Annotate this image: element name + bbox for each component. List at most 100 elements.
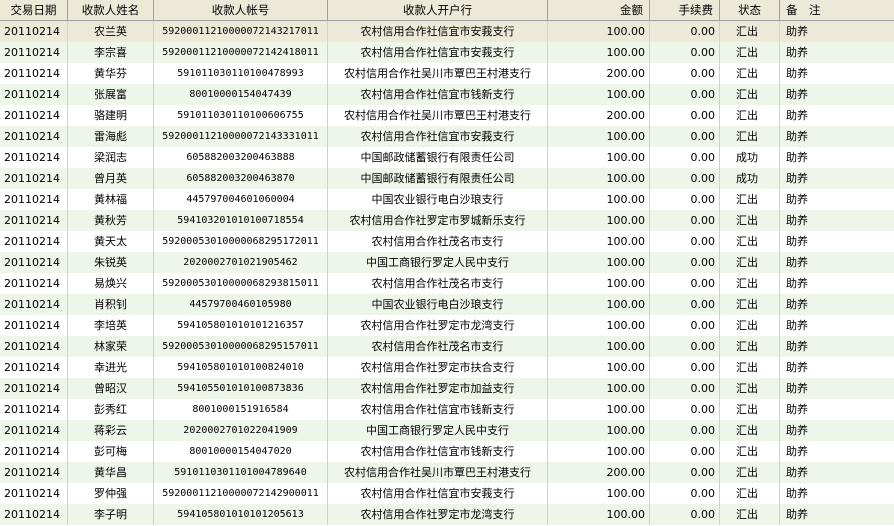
table-row[interactable]: 20110214 肖积钊 44579700460105980 中国农业银行电白沙琅支行… <box>0 294 894 315</box>
table-row[interactable]: 20110214 朱锐英 2020002701021905462 中国工商银行罗定人民… <box>0 252 894 273</box>
cell-status: 汇出 <box>720 462 780 483</box>
table-row[interactable]: 20110214 林家荣 59200053010000068295157011 农村信… <box>0 336 894 357</box>
cell-bank: 农村信用合作社罗定市龙湾支行 <box>328 315 548 336</box>
table-row[interactable]: 20110214 李宗喜 59200011210000072142418011 农村信… <box>0 42 894 63</box>
table-row[interactable]: 20110214 黄华芬 591011030110100478993 农村信用合作社吴… <box>0 63 894 84</box>
table-row[interactable]: 20110214 曾昭汉 594105501010100873836 农村信用合作社罗… <box>0 378 894 399</box>
transaction-grid: 交易日期 收款人姓名 收款人帐号 收款人开户行 金额 手续费 状态 备 注 20… <box>0 0 894 526</box>
cell-payee-name: 林家荣 <box>68 336 154 357</box>
cell-fee: 0.00 <box>650 147 720 168</box>
table-row[interactable]: 20110214 幸进光 594105801010100824010 农村信用合作社罗… <box>0 357 894 378</box>
cell-bank: 农村信用合作社信宜市安莪支行 <box>328 42 548 63</box>
cell-account: 594103201010100718554 <box>154 210 328 231</box>
cell-bank: 中国农业银行电白沙琅支行 <box>328 189 548 210</box>
cell-amount: 100.00 <box>548 21 650 42</box>
cell-note: 助养 <box>786 109 808 122</box>
cell-account: 591011030110100478964​0 <box>154 462 328 483</box>
cell-payee-name: 黄林福 <box>68 189 154 210</box>
cell-date: 20110214 <box>0 315 68 336</box>
cell-date: 20110214 <box>0 441 68 462</box>
table-row[interactable]: 20110214 曾月英 605882003200463870 中国邮政储蓄银行有限责… <box>0 168 894 189</box>
cell-payee-name: 黄华芬 <box>68 63 154 84</box>
cell-status: 汇出 <box>720 231 780 252</box>
cell-note: 助养 <box>786 298 808 311</box>
cell-payee-name: 朱锐英 <box>68 252 154 273</box>
cell-date: 20110214 <box>0 21 68 42</box>
table-row[interactable]: 20110214 雷海彪 59200011210000072143331011 农村信… <box>0 126 894 147</box>
cell-fee: 0.00 <box>650 273 720 294</box>
cell-fee: 0.00 <box>650 378 720 399</box>
table-row[interactable]: 20110214 黄秋芳 594103201010100718554 农村信用合作社罗… <box>0 210 894 231</box>
table-row[interactable]: 20110214 蒋彩云 2020002701022041909 中国工商银行罗定人民… <box>0 420 894 441</box>
col-header-status[interactable]: 状态 <box>720 0 780 20</box>
cell-payee-name: 曾月英 <box>68 168 154 189</box>
table-row[interactable]: 20110214 农兰英 59200011210000072143217011 农村信… <box>0 21 894 42</box>
cell-account: 80010000154047439 <box>154 84 328 105</box>
table-row[interactable]: 20110214 梁润志 605882003200463888 中国邮政储蓄银行有限责… <box>0 147 894 168</box>
col-header-date[interactable]: 交易日期 <box>0 0 68 20</box>
col-header-account[interactable]: 收款人帐号 <box>154 0 328 20</box>
cell-payee-name: 李培英 <box>68 315 154 336</box>
cell-amount: 100.00 <box>548 294 650 315</box>
grid-header: 交易日期 收款人姓名 收款人帐号 收款人开户行 金额 手续费 状态 备 注 <box>0 0 894 21</box>
cell-amount: 100.00 <box>548 504 650 525</box>
cell-amount: 100.00 <box>548 42 650 63</box>
cell-payee-name: 张展富 <box>68 84 154 105</box>
table-row[interactable]: 20110214 黄天太 59200053010000068295172011 农村信… <box>0 231 894 252</box>
cell-status: 汇出 <box>720 42 780 63</box>
cell-date: 20110214 <box>0 483 68 504</box>
cell-fee: 0.00 <box>650 315 720 336</box>
cell-status: 汇出 <box>720 315 780 336</box>
cell-bank: 农村信用合作社罗定市罗城新乐支行 <box>328 210 548 231</box>
col-header-payee-name[interactable]: 收款人姓名 <box>68 0 154 20</box>
cell-account: 605882003200463888 <box>154 147 328 168</box>
cell-payee-name: 罗仲强 <box>68 483 154 504</box>
table-row[interactable]: 20110214 彭可梅 80010000154047020 农村信用合作社信宜市钱新… <box>0 441 894 462</box>
cell-fee: 0.00 <box>650 462 720 483</box>
cell-date: 20110214 <box>0 84 68 105</box>
cell-status: 汇出 <box>720 84 780 105</box>
cell-date: 20110214 <box>0 378 68 399</box>
cell-account: 594105801010101205613 <box>154 504 328 525</box>
table-row[interactable]: 20110214 黄华昌 591011030110100478964​0 农村信用合作… <box>0 462 894 483</box>
cell-date: 20110214 <box>0 462 68 483</box>
cell-note: 助养 <box>786 193 808 206</box>
cell-date: 20110214 <box>0 420 68 441</box>
table-row[interactable]: 20110214 罗仲强 59200011210000072142900011 农村信… <box>0 483 894 504</box>
cell-account: 59200053010000068293815011 <box>154 273 328 294</box>
cell-note: 助养 <box>786 508 808 521</box>
cell-amount: 100.00 <box>548 483 650 504</box>
table-row[interactable]: 20110214 黄林福 445797004601060004 中国农业银行电白沙琅支… <box>0 189 894 210</box>
cell-bank: 农村信用合作社罗定市扶合支行 <box>328 357 548 378</box>
cell-account: 2020002701021905462 <box>154 252 328 273</box>
cell-date: 20110214 <box>0 168 68 189</box>
cell-amount: 100.00 <box>548 273 650 294</box>
col-header-fee[interactable]: 手续费 <box>650 0 720 20</box>
table-row[interactable]: 20110214 张展富 80010000154047439 农村信用合作社信宜市钱新… <box>0 84 894 105</box>
cell-amount: 200.00 <box>548 105 650 126</box>
cell-note: 助养 <box>786 277 808 290</box>
table-row[interactable]: 20110214 易焕兴 59200053010000068293815011 农村信… <box>0 273 894 294</box>
cell-account: 44579700460105980 <box>154 294 328 315</box>
table-row[interactable]: 20110214 李培英 594105801010101216357 农村信用合作社罗… <box>0 315 894 336</box>
cell-account: 59200011210000072143331011 <box>154 126 328 147</box>
cell-status: 汇出 <box>720 336 780 357</box>
col-header-bank[interactable]: 收款人开户行 <box>328 0 548 20</box>
cell-payee-name: 李子明 <box>68 504 154 525</box>
cell-status: 成功 <box>720 168 780 189</box>
cell-payee-name: 农兰英 <box>68 21 154 42</box>
cell-date: 20110214 <box>0 147 68 168</box>
table-row[interactable]: 20110214 彭秀红 8001000151916584 农村信用合作社信宜市钱新支… <box>0 399 894 420</box>
cell-status: 汇出 <box>720 105 780 126</box>
cell-amount: 100.00 <box>548 189 650 210</box>
cell-date: 20110214 <box>0 504 68 525</box>
col-header-amount[interactable]: 金额 <box>548 0 650 20</box>
cell-account: 59200053010000068295157011 <box>154 336 328 357</box>
table-row[interactable]: 20110214 骆建明 591011030110100606755 农村信用合作社吴… <box>0 105 894 126</box>
cell-status: 汇出 <box>720 126 780 147</box>
col-header-note[interactable]: 备 注 <box>780 0 894 20</box>
cell-amount: 100.00 <box>548 378 650 399</box>
cell-status: 汇出 <box>720 252 780 273</box>
cell-amount: 100.00 <box>548 210 650 231</box>
table-row[interactable]: 20110214 李子明 594105801010101205613 农村信用合作社罗… <box>0 504 894 525</box>
